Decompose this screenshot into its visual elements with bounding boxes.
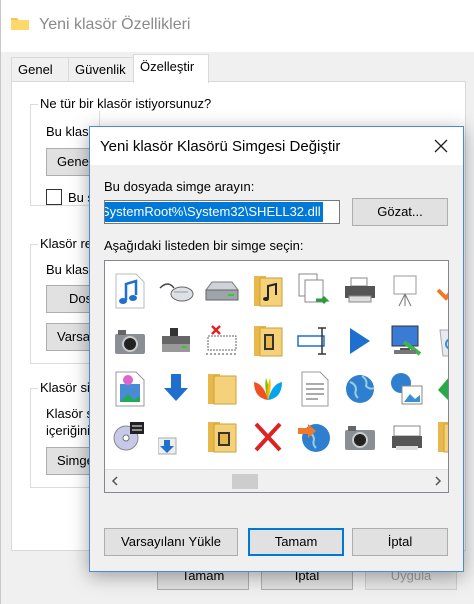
photo-file-icon [115,371,145,407]
tab-general[interactable]: Genel [11,57,69,82]
icon-list[interactable] [104,260,449,493]
icon-cell[interactable] [383,365,429,413]
icon-cell[interactable] [337,413,383,461]
document-icon [301,371,329,407]
icon-cell[interactable] [245,267,291,315]
folder-partial-icon [438,422,448,453]
ok-button[interactable]: Tamam [248,528,344,556]
folder-type-text: Bu klas [46,124,89,139]
close-button[interactable] [427,133,455,159]
icon-cell[interactable] [199,413,245,461]
icon-cell[interactable] [153,413,199,461]
windows-butterfly-icon [254,378,282,400]
icon-list-scrollbar[interactable] [105,469,448,492]
icon-cell[interactable] [383,267,429,315]
drive-stack-icon [162,328,190,352]
restore-defaults-button[interactable]: Varsayılanı Yükle [104,528,238,556]
icon-cell[interactable] [107,267,153,315]
download-arrow-icon [160,372,192,404]
icon-cell[interactable] [199,267,245,315]
folder-icons-text-2: içeriğini [46,423,91,438]
drive-icon [205,281,239,301]
icon-file-input[interactable]: SystemRoot%\System32\SHELL32.dll [104,200,340,224]
group-folder-pictures-label: Klasör re [38,236,95,251]
scrollbar-thumb[interactable] [232,474,258,489]
checkmark-icon [436,288,448,301]
folder-icon [11,18,29,30]
icon-cell[interactable] [291,365,337,413]
tab-security[interactable]: Güvenlik [68,57,134,82]
icon-cell[interactable] [153,267,199,315]
green-arrow-icon [438,378,448,400]
tab-customize[interactable]: Özelleştir [133,54,209,83]
globe-icon [346,375,375,403]
icon-cell[interactable] [153,317,199,365]
video-folder-icon [254,326,283,357]
play-icon [350,328,370,354]
red-x-icon [254,422,282,452]
camera-icon [115,330,145,354]
network-drive-icon [206,325,238,355]
music-folder-2-icon [208,422,237,453]
presentation-icon [393,275,417,307]
icon-file-value: SystemRoot%\System32\SHELL32.dll [105,202,323,222]
icon-cell[interactable] [107,413,153,461]
text-cursor-icon [297,327,326,355]
properties-title-bar: Yeni klasör Özellikleri [1,0,474,52]
icon-cell[interactable] [245,317,291,365]
icon-cell[interactable] [383,413,429,461]
icon-cell[interactable] [337,317,383,365]
scanner-icon [392,425,422,450]
change-icon-dialog: Yeni klasör Klasörü Simgesi Değiştir Bu … [89,126,464,572]
apply-subfolders-checkbox[interactable] [46,189,62,205]
group-folder-type-label: Ne tür bir klasör istiyorsunuz? [38,96,214,111]
icon-cell[interactable] [107,317,153,365]
printer-icon [345,277,375,303]
dialog-title-bar: Yeni klasör Klasörü Simgesi Değiştir [90,127,463,165]
download-small-icon [158,437,177,455]
icon-cell[interactable] [245,365,291,413]
globe-picture-icon [391,373,423,405]
icon-cell[interactable] [199,365,245,413]
recycle-bin-icon [439,329,448,357]
icon-list-label: Aşağıdaki listeden bir simge seçin: [104,238,304,253]
folder-icons-text-1: Klasör s [46,406,93,421]
icon-cell[interactable] [429,413,448,461]
icon-cell[interactable] [429,267,448,315]
icon-cell[interactable] [429,317,448,365]
properties-title: Yeni klasör Özellikleri [39,16,191,33]
camera-2-icon [345,426,375,450]
cd-icon [113,422,144,451]
icon-cell[interactable] [291,317,337,365]
icon-cell[interactable] [291,413,337,461]
cancel-button[interactable]: İptal [352,528,448,556]
group-folder-icons-label: Klasör si [38,380,92,395]
file-search-label: Bu dosyada simge arayın: [104,179,255,194]
folder-pictures-text: Bu klas [46,262,89,277]
icon-cell[interactable] [153,365,199,413]
icon-cell[interactable] [291,267,337,315]
music-note-icon [115,273,145,309]
icon-cell[interactable] [337,267,383,315]
display-settings-icon [391,325,422,356]
icon-cell[interactable] [429,365,448,413]
icon-cell[interactable] [199,317,245,365]
file-copy-icon [298,273,330,305]
music-folder-icon [254,276,283,307]
icon-cell[interactable] [337,365,383,413]
browse-button[interactable]: Gözat... [352,198,448,226]
mouse-icon [159,283,194,302]
close-icon [434,139,448,153]
folder-icon [208,374,237,405]
chevron-right-icon[interactable] [431,474,445,488]
chevron-left-icon[interactable] [108,474,122,488]
dialog-title: Yeni klasör Klasörü Simgesi Değiştir [100,138,341,155]
icon-cell[interactable] [245,413,291,461]
globe-arrow-icon [298,424,330,452]
icon-cell[interactable] [107,365,153,413]
icon-cell[interactable] [383,317,429,365]
